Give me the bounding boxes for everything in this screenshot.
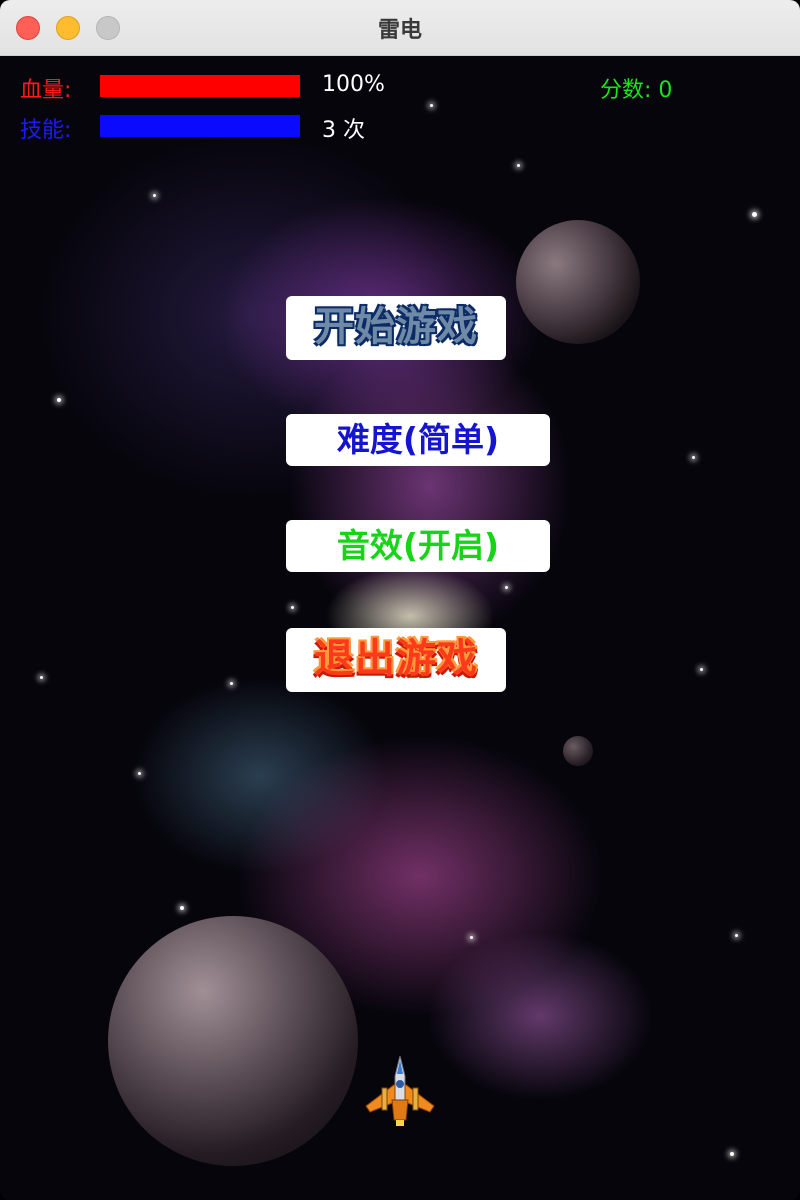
star (752, 212, 757, 217)
star (730, 1152, 734, 1156)
window-title: 雷电 (377, 18, 422, 43)
star (230, 682, 233, 685)
difficulty-button[interactable]: 难度(简单) (286, 414, 550, 466)
star (57, 398, 61, 402)
skill-bar-fill (100, 115, 300, 137)
skill-bar (100, 115, 300, 137)
star (180, 906, 184, 910)
start-game-button[interactable]: 开始游戏 (286, 296, 506, 360)
skill-label: 技能: (20, 118, 72, 143)
star (153, 194, 156, 197)
star (735, 934, 738, 937)
planet (516, 220, 640, 344)
star (505, 586, 508, 589)
planet (108, 916, 358, 1166)
star (138, 772, 141, 775)
star (430, 104, 433, 107)
title-bar: 雷电 (0, 0, 800, 56)
star (40, 676, 43, 679)
game-canvas[interactable]: 血量: 100% 技能: 3 次 分数: 0 开始游戏 难度(简单) 音效(开启… (0, 56, 800, 1200)
fighter-jet-icon[interactable] (362, 1054, 438, 1130)
score-display: 分数: 0 (600, 78, 673, 103)
star (470, 936, 473, 939)
exit-game-button[interactable]: 退出游戏 (286, 628, 506, 692)
hp-label: 血量: (20, 78, 72, 103)
star (517, 164, 520, 167)
star (291, 606, 294, 609)
hp-bar (100, 75, 300, 97)
skill-count: 3 次 (322, 118, 365, 143)
hp-bar-fill (100, 75, 300, 97)
game-window: 雷电 血量: 100% 技能: 3 次 分数: 0 开始游戏 难度(简单) 音效… (0, 0, 800, 1200)
hp-value: 100% (322, 72, 385, 97)
star (700, 668, 703, 671)
star (692, 456, 695, 459)
sound-toggle-button[interactable]: 音效(开启) (286, 520, 550, 572)
planet (563, 736, 593, 766)
